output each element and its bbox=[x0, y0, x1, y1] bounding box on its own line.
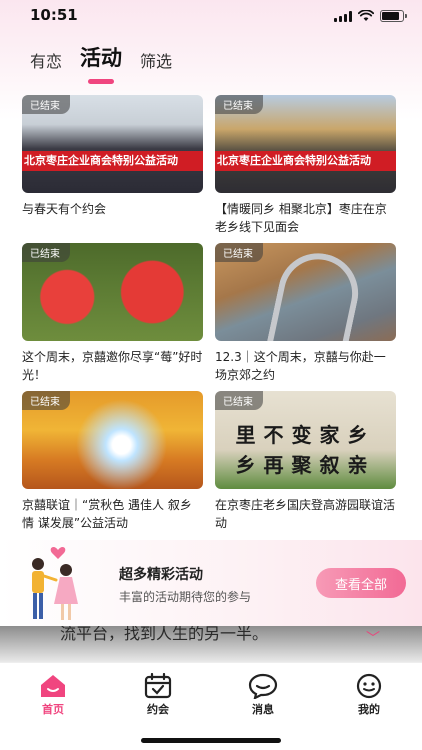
chevron-down-icon[interactable]: ﹀ bbox=[366, 628, 380, 648]
activity-card[interactable]: 已结束 京囍联谊｜“赏秋色 遇佳人 叙乡情 谋发展”公益活动 bbox=[22, 391, 203, 539]
activity-card[interactable]: 已结束 这个周末，京囍邀你尽享“莓”好时光！ bbox=[22, 243, 203, 391]
activity-title: 与春天有个约会 bbox=[22, 202, 107, 216]
home-indicator bbox=[141, 738, 281, 743]
top-tabs: 有恋 活动 筛选 bbox=[30, 42, 172, 84]
ended-badge: 已结束 bbox=[215, 243, 263, 262]
cellular-signal-icon bbox=[334, 10, 352, 22]
nav-label: 消息 bbox=[252, 703, 274, 716]
activity-grid: 北京枣庄企业商会特别公益活动 已结束 与春天有个约会 北京枣庄企业商会特别公益活… bbox=[22, 95, 400, 539]
profile-face-icon bbox=[356, 673, 382, 699]
promo-banner: 超多精彩活动 丰富的活动期待您的参与 查看全部 bbox=[0, 540, 422, 626]
peek-text: 流平台，找到人生的另一半。 bbox=[60, 626, 269, 643]
activity-photo: 已结束 bbox=[215, 243, 396, 341]
status-time: 10:51 bbox=[30, 6, 78, 24]
view-all-button[interactable]: 查看全部 bbox=[316, 568, 406, 598]
tab-filter[interactable]: 筛选 bbox=[140, 48, 172, 80]
status-icons bbox=[334, 10, 407, 22]
activity-card[interactable]: 已结束 12.3｜这个周末，京囍与你赴一场京郊之约 bbox=[215, 243, 396, 391]
ended-badge: 已结束 bbox=[22, 391, 70, 410]
activity-card[interactable]: 北京枣庄企业商会特别公益活动 已结束 【情暖同乡 相聚北京】枣庄在京老乡线下见面… bbox=[215, 95, 396, 243]
status-bar: 10:51 bbox=[0, 0, 422, 34]
activity-photo: 北京枣庄企业商会特别公益活动 已结束 bbox=[215, 95, 396, 193]
battery-icon bbox=[380, 10, 407, 22]
ended-badge: 已结束 bbox=[22, 95, 70, 114]
ended-badge: 已结束 bbox=[22, 243, 70, 262]
activity-title: 【情暖同乡 相聚北京】枣庄在京老乡线下见面会 bbox=[215, 202, 387, 234]
nav-profile[interactable]: 我的 bbox=[339, 673, 399, 717]
ended-badge: 已结束 bbox=[215, 391, 263, 410]
activity-card[interactable]: 北京枣庄企业商会特别公益活动 已结束 与春天有个约会 bbox=[22, 95, 203, 243]
activity-photo: 已结束 bbox=[22, 391, 203, 489]
activity-title: 京囍联谊｜“赏秋色 遇佳人 叙乡情 谋发展”公益活动 bbox=[22, 498, 192, 530]
activity-title: 12.3｜这个周末，京囍与你赴一场京郊之约 bbox=[215, 350, 386, 382]
activity-photo: 已结束 bbox=[22, 243, 203, 341]
ended-badge: 已结束 bbox=[215, 95, 263, 114]
bottom-tab-bar: 首页 约会 消息 我的 bbox=[0, 662, 422, 750]
couple-illustration bbox=[32, 546, 78, 620]
event-banner: 北京枣庄企业商会特别公益活动 bbox=[22, 151, 203, 171]
winding-road bbox=[264, 245, 366, 341]
activity-card[interactable]: 里不变家乡 乡再聚叙亲 已结束 在京枣庄老乡国庆登高游园联谊活动 bbox=[215, 391, 396, 539]
nav-messages[interactable]: 消息 bbox=[233, 673, 293, 717]
calligraphy-line: 里不变家乡 bbox=[235, 423, 376, 447]
promo-subtitle: 丰富的活动期待您的参与 bbox=[119, 590, 252, 604]
chat-bubble-icon bbox=[248, 673, 278, 699]
activity-photo: 里不变家乡 乡再聚叙亲 已结束 bbox=[215, 391, 396, 489]
activity-photo: 北京枣庄企业商会特别公益活动 已结束 bbox=[22, 95, 203, 193]
background-content-peek: 流平台，找到人生的另一半。 ﹀ bbox=[0, 626, 422, 662]
nav-label: 约会 bbox=[147, 703, 169, 716]
tab-activities[interactable]: 活动 bbox=[80, 42, 122, 84]
calligraphy-line: 乡再聚叙亲 bbox=[235, 453, 376, 477]
home-icon bbox=[41, 675, 65, 697]
event-banner: 北京枣庄企业商会特别公益活动 bbox=[215, 151, 396, 171]
wifi-icon bbox=[358, 10, 374, 21]
activity-title: 在京枣庄老乡国庆登高游园联谊活动 bbox=[215, 498, 396, 530]
calendar-icon bbox=[144, 673, 172, 699]
active-tab-indicator bbox=[88, 79, 115, 84]
promo-title: 超多精彩活动 bbox=[119, 567, 203, 583]
nav-label: 我的 bbox=[358, 703, 380, 716]
tab-youlian[interactable]: 有恋 bbox=[30, 48, 62, 80]
activity-title: 这个周末，京囍邀你尽享“莓”好时光！ bbox=[22, 350, 203, 382]
nav-dates[interactable]: 约会 bbox=[128, 673, 188, 717]
nav-home[interactable]: 首页 bbox=[23, 673, 83, 717]
nav-label: 首页 bbox=[42, 703, 64, 716]
battery-level bbox=[382, 12, 399, 20]
